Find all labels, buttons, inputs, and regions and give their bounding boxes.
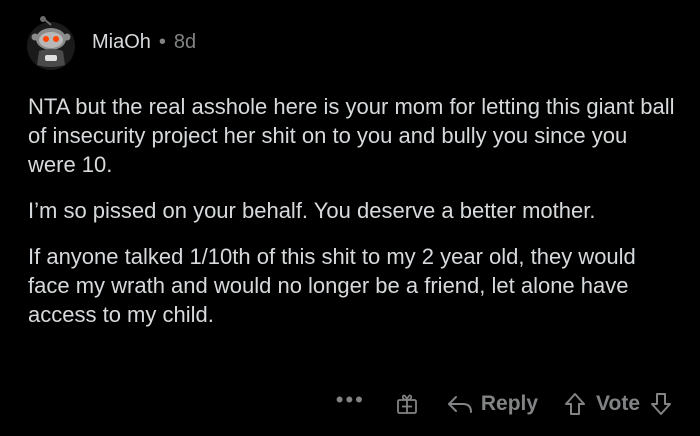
username-link[interactable]: MiaOh [92,31,151,54]
reply-label: Reply [480,392,539,415]
comment-header: MiaOh • 8d [22,12,196,76]
comment-paragraph: NTA but the real asshole here is your mo… [28,94,675,177]
more-options-button[interactable]: ••• [336,387,365,413]
reply-button[interactable]: Reply [447,392,538,416]
vote-label: Vote [596,392,640,415]
reply-arrow-icon [447,396,472,413]
upvote-arrow-icon[interactable] [564,392,586,416]
vote-controls: Vote [564,392,672,416]
comment-paragraph: I’m so pissed on your behalf. You deserv… [28,198,596,223]
comment-body: NTA but the real asshole here is your mo… [28,92,678,346]
downvote-arrow-icon[interactable] [650,392,672,416]
snoo-avatar-icon[interactable] [22,15,80,73]
gift-icon[interactable] [395,392,419,416]
comment-actions: ••• Reply Vote [336,386,672,422]
meta-separator: • [158,30,166,53]
comment-paragraph: If anyone talked 1/10th of this shit to … [28,244,636,327]
comment-age: 8d [173,30,197,53]
comment: MiaOh • 8d NTA but the real asshole here… [0,0,700,436]
